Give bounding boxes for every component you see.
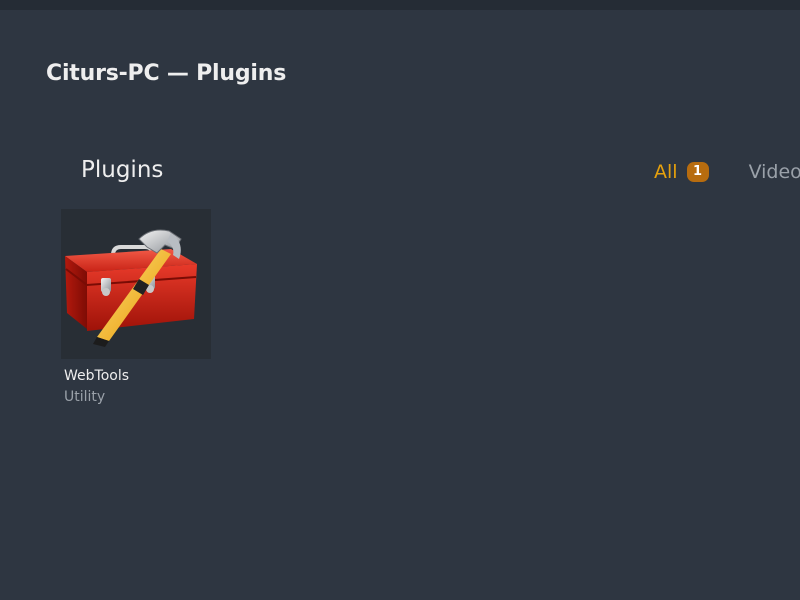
plugin-thumbnail[interactable] xyxy=(61,209,211,359)
tab-all-label: All xyxy=(654,161,678,183)
toolbox-hammer-icon xyxy=(65,229,197,347)
top-bar xyxy=(0,0,800,10)
tab-video-label: Video xyxy=(748,161,800,183)
plugin-card-webtools[interactable]: WebTools Utility xyxy=(61,209,211,405)
tab-video[interactable]: Video xyxy=(749,161,800,183)
tab-all[interactable]: All 1 xyxy=(654,161,709,183)
plugin-name: WebTools xyxy=(64,368,130,384)
tab-all-count-badge: 1 xyxy=(686,162,709,182)
filter-tabs: All 1 Video xyxy=(654,158,800,186)
section-title: Plugins xyxy=(81,157,164,183)
plugin-type: Utility xyxy=(64,389,106,405)
page-title: Citurs-PC — Plugins xyxy=(46,61,287,86)
